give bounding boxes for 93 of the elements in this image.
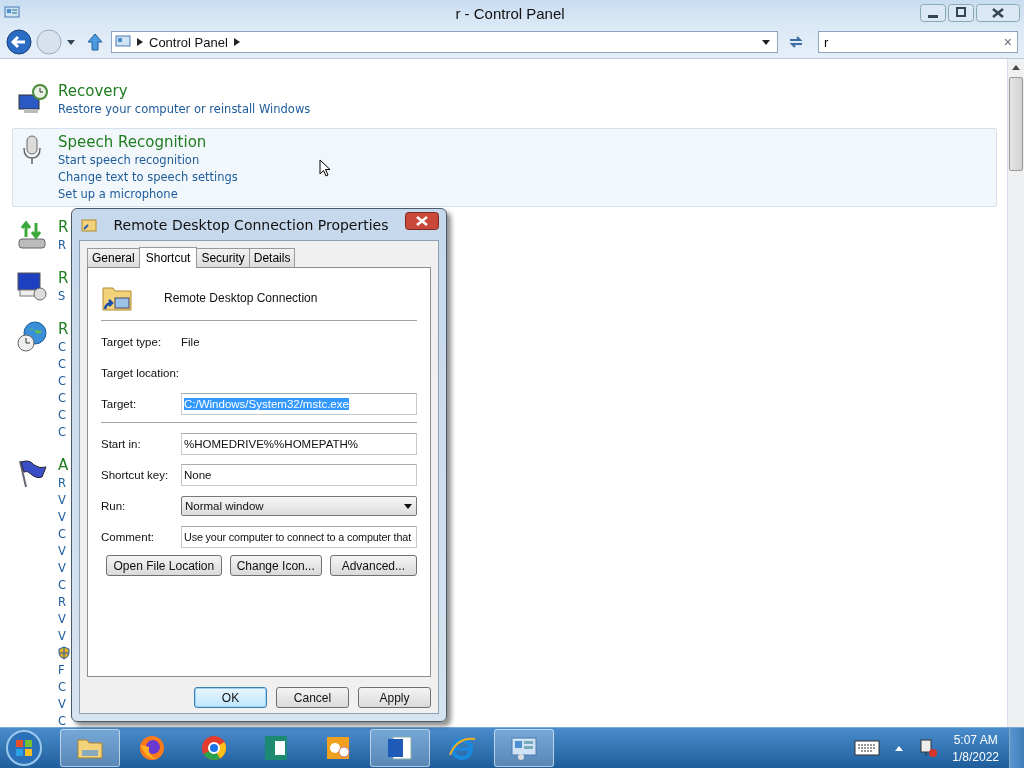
dialog-tab[interactable]: General bbox=[87, 248, 140, 267]
history-caret-icon[interactable] bbox=[66, 37, 76, 47]
field-label: Target location: bbox=[101, 367, 180, 379]
category-title[interactable]: Recovery bbox=[58, 81, 128, 101]
shortcut-folder-icon bbox=[81, 216, 97, 233]
scrollbar-thumb[interactable] bbox=[1009, 77, 1023, 171]
clear-search-button[interactable]: × bbox=[1003, 34, 1012, 50]
action-button[interactable]: Open File Location bbox=[106, 555, 222, 576]
network-icon[interactable] bbox=[918, 738, 939, 758]
category-link[interactable]: C bbox=[58, 424, 67, 441]
category-link[interactable]: C bbox=[58, 407, 67, 424]
comment-field[interactable]: Use your computer to connect to a computer that bbox=[181, 526, 417, 548]
category-link[interactable]: V bbox=[58, 492, 66, 509]
remote-monitor-icon bbox=[16, 270, 48, 302]
field-label: Target type: bbox=[101, 336, 163, 348]
category-link[interactable]: Restore your computer or reinstall Windows bbox=[58, 101, 311, 118]
control-panel-icon bbox=[4, 5, 20, 21]
globe-clock-icon bbox=[16, 321, 48, 353]
shortcut-key-field[interactable]: None bbox=[181, 464, 417, 486]
category-link[interactable]: V bbox=[58, 611, 66, 628]
breadcrumb-arrow-icon[interactable] bbox=[137, 38, 143, 46]
category-link[interactable]: F bbox=[58, 662, 65, 679]
clock-date[interactable]: 1/8/2022 bbox=[952, 749, 999, 764]
default-button[interactable]: OK bbox=[194, 687, 267, 708]
run-dropdown[interactable]: Normal window bbox=[181, 496, 417, 516]
field-label: Comment: bbox=[101, 531, 156, 543]
up-arrow-icon[interactable] bbox=[86, 32, 104, 52]
category-link[interactable]: R bbox=[58, 237, 66, 254]
category-link[interactable]: R bbox=[58, 475, 66, 492]
start-in-field[interactable]: %HOMEDRIVE%%HOMEPATH% bbox=[181, 433, 417, 455]
address-bar[interactable]: Control Panel bbox=[111, 31, 778, 53]
category-link[interactable]: Set up a microphone bbox=[58, 186, 178, 203]
browser-fox-icon[interactable] bbox=[137, 733, 167, 763]
restore-icon[interactable] bbox=[948, 4, 974, 22]
dropdown-caret-icon[interactable] bbox=[403, 501, 413, 511]
category-link[interactable]: V bbox=[58, 696, 66, 713]
word-document-icon[interactable] bbox=[385, 733, 415, 763]
field-label: Target: bbox=[101, 398, 138, 410]
start-button[interactable] bbox=[4, 728, 44, 768]
dialog-title: Remote Desktop Connection Properties bbox=[112, 216, 390, 233]
shield-icon bbox=[58, 646, 70, 660]
keyboard-icon[interactable] bbox=[854, 740, 881, 756]
clock-time[interactable]: 5:07 AM bbox=[953, 732, 998, 747]
category-title[interactable]: A bbox=[58, 455, 69, 475]
dialog-tab[interactable]: Security bbox=[196, 248, 250, 267]
category-link[interactable]: V bbox=[58, 560, 66, 577]
sync-drive-icon bbox=[16, 219, 48, 251]
action-button[interactable]: Change Icon... bbox=[229, 555, 322, 576]
field-label: Shortcut key: bbox=[101, 469, 170, 481]
back-icon[interactable] bbox=[6, 29, 32, 55]
shortcut-name: Remote Desktop Connection bbox=[164, 291, 318, 305]
target-type-value: File bbox=[181, 336, 200, 348]
category-link[interactable]: C bbox=[58, 339, 67, 356]
category-link[interactable]: C bbox=[58, 679, 67, 696]
browser-circle-icon[interactable] bbox=[199, 733, 229, 763]
show-hidden-icons-icon[interactable] bbox=[894, 744, 905, 752]
category-link[interactable]: V bbox=[58, 543, 66, 560]
dialog-button[interactable]: Cancel bbox=[276, 687, 349, 708]
field-label: Run: bbox=[101, 500, 127, 512]
category-link[interactable]: C bbox=[58, 373, 67, 390]
category-title[interactable]: R bbox=[58, 319, 69, 339]
dialog-button[interactable]: Apply bbox=[358, 687, 431, 708]
action-button[interactable]: Advanced... bbox=[329, 555, 417, 576]
minimize-icon[interactable] bbox=[920, 4, 946, 22]
close-icon[interactable] bbox=[976, 4, 1020, 22]
category-link[interactable]: R bbox=[58, 594, 66, 611]
category-link[interactable]: Start speech recognition bbox=[58, 152, 200, 169]
category-link[interactable]: C bbox=[58, 390, 67, 407]
dialog-tab[interactable]: Details bbox=[248, 248, 296, 267]
recovery-computer-icon bbox=[16, 83, 48, 115]
field-label: Start in: bbox=[101, 438, 142, 450]
category-link[interactable]: V bbox=[58, 628, 66, 645]
flag-icon bbox=[16, 457, 48, 489]
breadcrumb-item[interactable]: Control Panel bbox=[149, 34, 228, 50]
category-link[interactable]: Change text to speech settings bbox=[58, 169, 238, 186]
control-panel-icon bbox=[115, 34, 131, 50]
window-title: r - Control Panel bbox=[454, 4, 566, 22]
category-title[interactable]: R bbox=[58, 268, 69, 288]
category-link[interactable]: C bbox=[58, 577, 67, 594]
category-link[interactable]: V bbox=[58, 509, 66, 526]
mouse-cursor-icon bbox=[319, 159, 331, 177]
category-link[interactable]: S bbox=[58, 288, 66, 305]
search-field[interactable]: r × bbox=[818, 31, 1018, 53]
category-title[interactable]: R bbox=[58, 217, 69, 237]
dropdown-caret-icon[interactable] bbox=[761, 37, 771, 47]
close-icon[interactable] bbox=[405, 211, 439, 230]
breadcrumb-arrow-icon[interactable] bbox=[233, 38, 240, 46]
category-title[interactable]: Speech Recognition bbox=[58, 132, 207, 152]
dialog-tab[interactable]: Shortcut bbox=[138, 247, 198, 268]
scroll-up-icon[interactable] bbox=[1012, 64, 1020, 70]
category-link[interactable]: C bbox=[58, 713, 67, 730]
category-link[interactable]: C bbox=[58, 526, 67, 543]
category-link[interactable]: C bbox=[58, 356, 67, 373]
